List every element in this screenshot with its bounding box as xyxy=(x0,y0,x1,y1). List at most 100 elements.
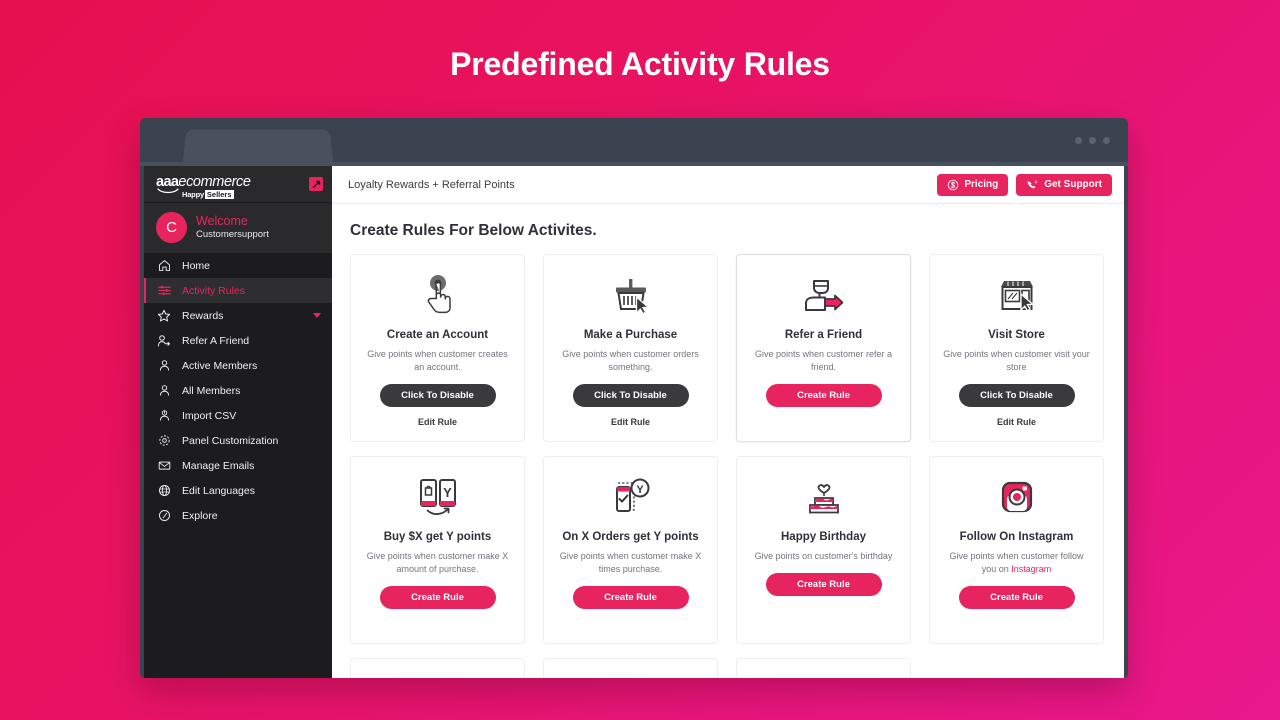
welcome-label: Welcome xyxy=(196,214,248,229)
brand-ecommerce-text: ecommerce xyxy=(178,174,251,190)
sidebar-item-refer-a-friend[interactable]: Refer A Friend xyxy=(144,328,332,353)
envelope-icon xyxy=(157,459,171,473)
activity-card-visit-store[interactable]: Visit Store Give points when customer vi… xyxy=(929,254,1104,442)
birthday-cake-icon xyxy=(801,471,847,523)
sidebar-item-manage-emails[interactable]: Manage Emails xyxy=(144,453,332,478)
brand-sellers-text: Sellers xyxy=(204,190,234,199)
brand-line-primary: aaaecommerce xyxy=(156,174,322,190)
card-title: Create an Account xyxy=(386,329,489,341)
sidebar-item-edit-languages[interactable]: Edit Languages xyxy=(144,478,332,503)
card-title: Make a Purchase xyxy=(583,329,678,341)
sidebar-item-label: Panel Customization xyxy=(182,434,279,447)
activity-card-placeholder[interactable] xyxy=(736,658,911,678)
phone-check-y-icon: Y xyxy=(608,471,654,523)
user-arrow-icon xyxy=(157,334,171,348)
activity-card-happy-birthday[interactable]: Happy Birthday Give points on customer's… xyxy=(736,456,911,644)
browser-window: aaaecommerce Happy Sellers C Welcome Cus… xyxy=(140,118,1128,678)
phone-ring-icon xyxy=(1026,179,1039,191)
gear-icon xyxy=(157,434,171,448)
edit-rule-link[interactable]: Edit Rule xyxy=(997,417,1036,427)
sidebar-item-rewards[interactable]: Rewards xyxy=(144,303,332,328)
activity-card-buy-x-get-y-points[interactable]: Y Buy $X get Y points Give points when c… xyxy=(350,456,525,644)
edit-rule-link[interactable]: Edit Rule xyxy=(611,417,650,427)
avatar: C xyxy=(156,212,187,243)
create-rule-button[interactable]: Create Rule xyxy=(765,384,882,408)
card-title: On X Orders get Y points xyxy=(562,531,699,543)
create-rule-button[interactable]: Create Rule xyxy=(765,573,882,597)
sidebar-item-label: Rewards xyxy=(182,309,224,322)
window-controls[interactable] xyxy=(1075,137,1110,144)
main-panel: Loyalty Rewards + Referral Points Pricin… xyxy=(332,166,1124,678)
sidebar-item-label: Active Members xyxy=(182,359,258,372)
brand-line-secondary: Happy Sellers xyxy=(156,190,322,199)
sidebar-item-panel-customization[interactable]: Panel Customization xyxy=(144,428,332,453)
dollar-circle-icon xyxy=(947,179,959,191)
activity-card-create-an-account[interactable]: Create an Account Give points when custo… xyxy=(350,254,525,442)
click-hand-icon xyxy=(415,269,461,321)
sliders-icon xyxy=(157,284,171,298)
activity-card-make-a-purchase[interactable]: Make a Purchase Give points when custome… xyxy=(543,254,718,442)
brand-logo[interactable]: aaaecommerce Happy Sellers xyxy=(154,175,322,199)
card-description: Give points when customer creates an acc… xyxy=(367,349,508,373)
welcome-username: Customersupport xyxy=(196,228,269,240)
card-title: Visit Store xyxy=(988,329,1045,341)
pricing-label: Pricing xyxy=(964,179,999,190)
sidebar-nav: Home Activity Rules Rewards Refer A Frie… xyxy=(144,253,332,528)
smile-swoosh-icon xyxy=(157,188,179,194)
toggle-rule-button[interactable]: Click To Disable xyxy=(958,384,1075,408)
home-icon xyxy=(157,259,171,273)
topbar: Loyalty Rewards + Referral Points Pricin… xyxy=(332,166,1124,204)
activity-card-placeholder[interactable] xyxy=(350,658,525,678)
sidebar-item-explore[interactable]: Explore xyxy=(144,503,332,528)
instagram-link[interactable]: Instagram xyxy=(1011,564,1051,574)
globe-icon xyxy=(157,484,171,498)
activity-card-follow-on-instagram[interactable]: Follow On Instagram Give points when cus… xyxy=(929,456,1104,644)
sidebar-item-import-csv[interactable]: Import CSV xyxy=(144,403,332,428)
sidebar-item-label: Home xyxy=(182,259,211,272)
card-description: Give points when customer orders somethi… xyxy=(562,349,699,373)
star-icon xyxy=(157,309,171,323)
browser-tab[interactable] xyxy=(183,129,333,162)
card-description: Give points when customer follow you on … xyxy=(942,550,1091,576)
user-icon xyxy=(157,384,171,398)
sidebar-item-all-members[interactable]: All Members xyxy=(144,378,332,403)
create-rule-button[interactable]: Create Rule xyxy=(379,586,496,610)
user-welcome-block[interactable]: C Welcome Customersupport xyxy=(144,202,332,253)
activity-card-refer-a-friend[interactable]: Refer a Friend Give points when customer… xyxy=(736,254,911,442)
svg-text:Y: Y xyxy=(443,485,452,500)
chevron-down-icon[interactable] xyxy=(313,313,321,318)
expand-arrow-icon[interactable] xyxy=(309,177,323,191)
sidebar-item-label: Edit Languages xyxy=(182,484,255,497)
window-dot-2[interactable] xyxy=(1089,137,1096,144)
window-dot-1[interactable] xyxy=(1075,137,1082,144)
toggle-rule-button[interactable]: Click To Disable xyxy=(572,384,689,408)
activity-card-on-x-orders-get-y-points[interactable]: Y On X Orders get Y points Give points w… xyxy=(543,456,718,644)
create-rule-button[interactable]: Create Rule xyxy=(572,586,689,610)
topbar-actions: Pricing Get Support xyxy=(937,173,1112,196)
sidebar-item-home[interactable]: Home xyxy=(144,253,332,278)
sidebar: aaaecommerce Happy Sellers C Welcome Cus… xyxy=(144,166,332,678)
card-title: Follow On Instagram xyxy=(959,531,1074,543)
shopping-basket-cursor-icon xyxy=(608,269,654,321)
sidebar-item-active-members[interactable]: Active Members xyxy=(144,353,332,378)
activity-card-placeholder[interactable] xyxy=(543,658,718,678)
sidebar-item-label: Manage Emails xyxy=(182,459,255,472)
get-support-label: Get Support xyxy=(1044,179,1102,190)
brand-header: aaaecommerce Happy Sellers xyxy=(144,166,332,202)
sidebar-item-activity-rules[interactable]: Activity Rules xyxy=(144,278,332,303)
sidebar-item-label: Import CSV xyxy=(182,409,237,422)
sidebar-item-label: Activity Rules xyxy=(182,284,246,297)
toggle-rule-button[interactable]: Click To Disable xyxy=(379,384,496,408)
edit-rule-link[interactable]: Edit Rule xyxy=(418,417,457,427)
app-viewport: aaaecommerce Happy Sellers C Welcome Cus… xyxy=(144,166,1124,678)
create-rule-button[interactable]: Create Rule xyxy=(958,586,1075,610)
card-description: Give points when customer refer a friend… xyxy=(754,349,893,373)
user-icon xyxy=(157,359,171,373)
storefront-cursor-icon xyxy=(994,269,1040,321)
window-dot-3[interactable] xyxy=(1103,137,1110,144)
card-description: Give points when customer make X times p… xyxy=(559,551,702,575)
sidebar-item-label: Refer A Friend xyxy=(182,334,250,347)
svg-text:Y: Y xyxy=(636,484,644,496)
get-support-button[interactable]: Get Support xyxy=(1016,173,1112,196)
pricing-button[interactable]: Pricing xyxy=(937,173,1009,196)
